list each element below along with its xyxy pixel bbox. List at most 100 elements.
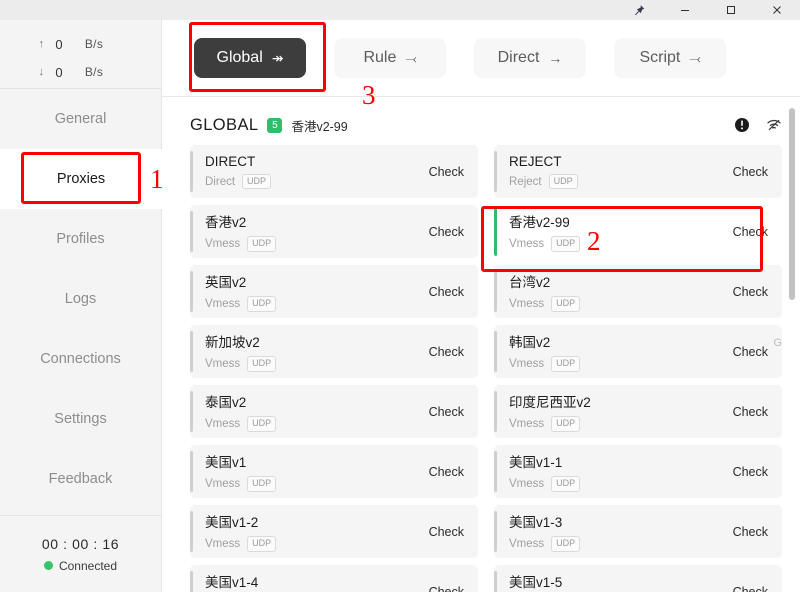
check-latency-button[interactable]: Check <box>429 465 464 479</box>
check-latency-button[interactable]: Check <box>733 345 768 359</box>
proxy-card[interactable]: 美国v1 Vmess UDP Check <box>190 445 478 498</box>
proxy-type: Vmess <box>205 238 241 250</box>
check-latency-button[interactable]: Check <box>429 405 464 419</box>
proxy-type: Vmess <box>509 418 545 430</box>
proxy-meta: Vmess UDP <box>205 416 277 432</box>
proxy-card[interactable]: 美国v1-2 Vmess UDP Check <box>190 505 478 558</box>
proxy-meta: Vmess UDP <box>509 536 581 552</box>
proxy-meta: Vmess UDP <box>205 296 277 312</box>
proxy-card[interactable]: 香港v2-99 Vmess UDP Check <box>494 205 782 258</box>
proxy-card-text: REJECT Reject UDP <box>509 154 578 190</box>
check-latency-button[interactable]: Check <box>733 585 768 592</box>
sidebar-item-label: Connections <box>40 351 121 367</box>
proxy-card[interactable]: REJECT Reject UDP Check <box>494 145 782 198</box>
title-bar <box>0 0 800 20</box>
proxy-name: 美国v1-3 <box>509 515 563 531</box>
proxy-card-text: 美国v1 Vmess UDP <box>205 451 277 492</box>
proxy-meta: Vmess UDP <box>205 236 277 252</box>
upload-speed-row: ↑ 0 B/s <box>0 30 161 58</box>
annotation-number-1: 1 <box>150 164 164 194</box>
group-header-icons <box>734 117 782 133</box>
check-latency-button[interactable]: Check <box>733 465 768 479</box>
proxy-card[interactable]: 美国v1-3 Vmess UDP Check <box>494 505 782 558</box>
wifi-icon[interactable] <box>766 117 782 133</box>
proxy-meta: Vmess UDP <box>509 476 581 492</box>
proxy-udp-tag: UDP <box>242 173 272 190</box>
tab-glyph-icon: → <box>548 50 563 66</box>
proxy-name: 美国v1-1 <box>509 455 563 471</box>
sidebar-item-label: Feedback <box>48 471 113 487</box>
proxy-udp-tag: UDP <box>551 296 581 312</box>
proxy-name: DIRECT <box>205 153 256 169</box>
sidebar-item-profiles[interactable]: Profiles <box>0 209 161 269</box>
sidebar-item-connections[interactable]: Connections <box>0 329 161 389</box>
sidebar-item-logs[interactable]: Logs <box>0 269 161 329</box>
proxy-card-text: 美国v1-3 Vmess UDP <box>509 511 581 552</box>
alert-circle-icon[interactable] <box>734 117 750 133</box>
proxy-card-text: 新加坡v2 Vmess UDP <box>205 331 277 372</box>
check-latency-button[interactable]: Check <box>429 525 464 539</box>
minimize-icon[interactable] <box>662 0 708 20</box>
close-icon[interactable] <box>754 0 800 20</box>
tab-label: Global <box>216 49 263 66</box>
proxy-card[interactable]: 香港v2 Vmess UDP Check <box>190 205 478 258</box>
proxy-type: Vmess <box>205 478 241 490</box>
download-speed-unit: B/s <box>84 65 104 79</box>
tab-global[interactable]: Global ↠ <box>194 38 306 78</box>
maximize-icon[interactable] <box>708 0 754 20</box>
check-latency-button[interactable]: Check <box>429 345 464 359</box>
content-scrollbar[interactable] <box>789 108 795 300</box>
proxy-card[interactable]: 台湾v2 Vmess UDP Check <box>494 265 782 318</box>
proxy-udp-tag: UDP <box>247 236 277 252</box>
proxy-card[interactable]: 英国v2 Vmess UDP Check <box>190 265 478 318</box>
proxy-type: Vmess <box>205 298 241 310</box>
check-latency-button[interactable]: Check <box>429 585 464 592</box>
upload-speed-unit: B/s <box>84 37 104 51</box>
tab-script[interactable]: Script ⤙ <box>614 38 726 78</box>
tab-direct[interactable]: Direct → <box>474 38 586 78</box>
mode-tab-bar: Global ↠ Rule ⤙ Direct → Script ⤙ <box>162 20 800 97</box>
app-window: ↑ 0 B/s ↓ 0 B/s General Proxies Profiles Lo… <box>0 0 800 592</box>
check-latency-button[interactable]: Check <box>733 525 768 539</box>
proxy-name: 美国v1 <box>205 455 247 471</box>
sidebar-item-general[interactable]: General <box>0 89 161 149</box>
proxy-meta: Vmess UDP <box>509 416 591 432</box>
tab-glyph-icon: ↠ <box>271 50 284 66</box>
check-latency-button[interactable]: Check <box>429 225 464 239</box>
tab-rule[interactable]: Rule ⤙ <box>334 38 446 78</box>
proxy-card[interactable]: 新加坡v2 Vmess UDP Check <box>190 325 478 378</box>
tab-glyph-icon: ⤙ <box>405 50 417 66</box>
proxy-udp-tag: UDP <box>551 536 581 552</box>
sidebar-item-settings[interactable]: Settings <box>0 389 161 449</box>
check-latency-button[interactable]: Check <box>733 165 768 179</box>
pin-icon[interactable] <box>616 0 662 20</box>
sidebar-item-label: General <box>54 111 107 127</box>
check-latency-button[interactable]: Check <box>733 225 768 239</box>
speed-indicator: ↑ 0 B/s ↓ 0 B/s <box>0 20 161 89</box>
sidebar-item-proxies[interactable]: Proxies <box>0 149 162 209</box>
proxy-card-text: 印度尼西亚v2 Vmess UDP <box>509 391 591 432</box>
check-latency-button[interactable]: Check <box>429 285 464 299</box>
proxy-name: 美国v1-4 <box>205 575 259 591</box>
proxy-card[interactable]: 韩国v2 Vmess UDP Check <box>494 325 782 378</box>
uptime-timer: 00 : 00 : 16 <box>41 535 120 552</box>
edge-letter-label: G <box>773 337 782 349</box>
sidebar-item-label: Profiles <box>56 231 105 247</box>
check-latency-button[interactable]: Check <box>733 405 768 419</box>
check-latency-button[interactable]: Check <box>429 165 464 179</box>
proxy-udp-tag: UDP <box>551 476 581 492</box>
proxy-type: Direct <box>205 175 236 188</box>
proxy-meta: Vmess UDP <box>509 296 581 312</box>
check-latency-button[interactable]: Check <box>733 285 768 299</box>
proxies-content: GLOBAL 5 香港v2-99 DIRECT Direct UDP Check… <box>162 97 800 592</box>
sidebar-item-feedback[interactable]: Feedback <box>0 449 161 509</box>
proxy-card[interactable]: 美国v1-4VmessUDP Check <box>190 565 478 592</box>
proxy-card[interactable]: 泰国v2 Vmess UDP Check <box>190 385 478 438</box>
proxy-card[interactable]: 美国v1-1 Vmess UDP Check <box>494 445 782 498</box>
proxy-name: 泰国v2 <box>205 395 247 411</box>
proxy-card[interactable]: DIRECT Direct UDP Check <box>190 145 478 198</box>
proxy-card[interactable]: 印度尼西亚v2 Vmess UDP Check <box>494 385 782 438</box>
proxy-card[interactable]: 美国v1-5VmessUDP Check <box>494 565 782 592</box>
proxy-udp-tag: UDP <box>551 356 581 372</box>
proxy-name: 香港v2 <box>205 215 247 231</box>
